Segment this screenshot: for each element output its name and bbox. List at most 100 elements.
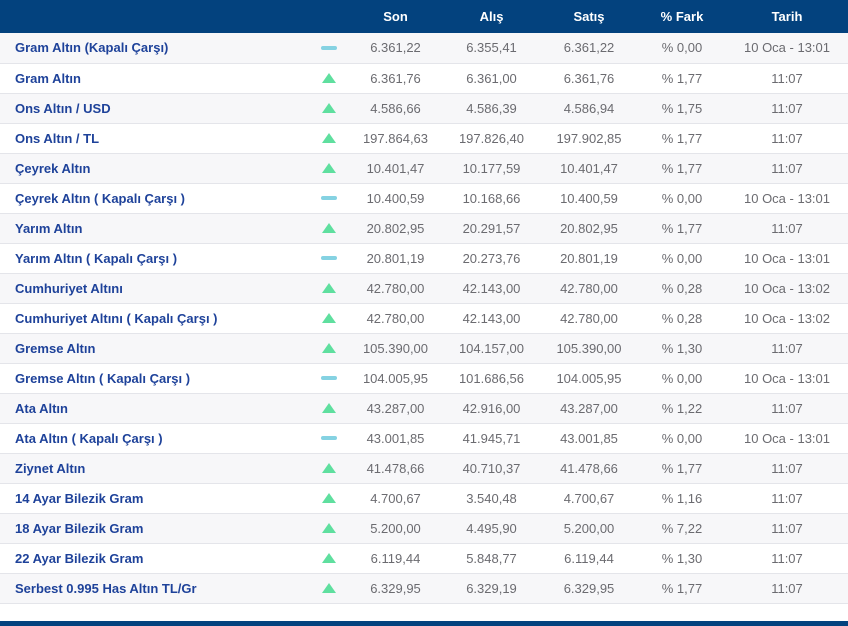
trend-up-icon — [322, 582, 336, 593]
trend-up-icon — [322, 132, 336, 143]
alis-value: 20.273,76 — [462, 250, 521, 266]
table-row[interactable]: Ons Altın / TL 197.864,63 197.826,40 197.90… — [0, 123, 848, 153]
change-percent-value: % 1,16 — [661, 490, 703, 506]
table-row[interactable]: Ons Altın / USD 4.586,66 4.586,39 4.586,94%… — [0, 93, 848, 123]
satis-value: 43.287,00 — [560, 400, 618, 416]
trend-cell — [310, 63, 348, 93]
instrument-name-link[interactable]: Gremse Altın — [0, 333, 310, 363]
time-value: 10 Oca - 13:02 — [744, 280, 830, 296]
instrument-name-link[interactable]: Ons Altın / USD — [0, 93, 310, 123]
table-row[interactable]: Gremse Altın 105.390,00 104.157,00 105.390,… — [0, 333, 848, 363]
trend-cell — [310, 453, 348, 483]
satis-value: 10.401,47 — [560, 160, 618, 176]
son-value: 5.200,00 — [370, 520, 421, 536]
instrument-name-link[interactable]: Yarım Altın — [0, 213, 310, 243]
instrument-name-link[interactable]: Ziynet Altın — [0, 453, 310, 483]
instrument-name-link[interactable]: 14 Ayar Bilezik Gram — [0, 483, 310, 513]
satis-value: 6.329,95 — [563, 580, 615, 596]
column-header-trend — [310, 0, 348, 33]
instrument-name-link[interactable]: Gram Altın — [0, 63, 310, 93]
table-row[interactable]: Çeyrek Altın ( Kapalı Çarşı ) 10.400,59 10… — [0, 183, 848, 213]
table-row[interactable]: Ziynet Altın 41.478,66 40.710,37 41.478,66%… — [0, 453, 848, 483]
instrument-name-link[interactable]: Gram Altın (Kapalı Çarşı) — [0, 33, 310, 63]
alis-value: 40.710,37 — [462, 460, 521, 476]
alis-value: 101.686,56 — [458, 370, 525, 386]
son-value: 105.390,00 — [362, 340, 429, 356]
table-row[interactable]: Cumhuriyet Altını ( Kapalı Çarşı ) 42.780… — [0, 303, 848, 333]
son-value: 42.780,00 — [366, 280, 425, 296]
instrument-name-link[interactable]: Ata Altın — [0, 393, 310, 423]
table-row[interactable]: Cumhuriyet Altını 42.780,00 42.143,00 42.78… — [0, 273, 848, 303]
satis-value: 42.780,00 — [560, 310, 618, 326]
change-percent-value: % 1,77 — [661, 130, 703, 146]
table-row[interactable]: Yarım Altın 20.802,95 20.291,57 20.802,95 % … — [0, 213, 848, 243]
son-value: 41.478,66 — [366, 460, 425, 476]
time-value: 10 Oca - 13:01 — [744, 250, 830, 266]
alis-value: 41.945,71 — [462, 430, 521, 446]
time-value: 10 Oca - 13:01 — [744, 190, 830, 206]
gold-prices-table-body: Gram Altın (Kapalı Çarşı) 6.361,22 6.355,4… — [0, 33, 848, 603]
table-row[interactable]: 14 Ayar Bilezik Gram 4.700,67 3.540,48 4.70… — [0, 483, 848, 513]
trend-cell — [310, 483, 348, 513]
change-percent-value: % 0,00 — [661, 370, 703, 386]
time-value: 10 Oca - 13:01 — [744, 430, 830, 446]
alis-value: 20.291,57 — [462, 220, 521, 236]
time-value: 10 Oca - 13:01 — [744, 40, 830, 56]
table-row[interactable]: Serbest 0.995 Has Altın TL/Gr 6.329,95 6.3… — [0, 573, 848, 603]
instrument-name-link[interactable]: Serbest 0.995 Has Altın TL/Gr — [0, 573, 310, 603]
trend-cell — [310, 213, 348, 243]
alis-value: 10.177,59 — [462, 160, 521, 176]
son-value: 6.361,22 — [370, 40, 421, 56]
trend-up-icon — [322, 312, 336, 323]
trend-cell — [310, 93, 348, 123]
table-row[interactable]: Gram Altın 6.361,76 6.361,00 6.361,76 % 1,77… — [0, 63, 848, 93]
table-row[interactable]: 22 Ayar Bilezik Gram 6.119,44 5.848,77 6.11… — [0, 543, 848, 573]
time-value: 10 Oca - 13:01 — [744, 370, 830, 386]
table-row[interactable]: Çeyrek Altın 10.401,47 10.177,59 10.401,47%… — [0, 153, 848, 183]
table-row[interactable]: 18 Ayar Bilezik Gram 5.200,00 4.495,90 5.20… — [0, 513, 848, 543]
instrument-name-link[interactable]: Ons Altın / TL — [0, 123, 310, 153]
instrument-name-link[interactable]: 22 Ayar Bilezik Gram — [0, 543, 310, 573]
satis-value: 10.400,59 — [560, 190, 618, 206]
change-percent-value: % 0,00 — [661, 430, 703, 446]
trend-up-icon — [322, 342, 336, 353]
alis-value: 6.361,00 — [466, 70, 517, 86]
trend-flat-icon — [321, 195, 337, 200]
instrument-name-link[interactable]: 18 Ayar Bilezik Gram — [0, 513, 310, 543]
trend-up-icon — [322, 552, 336, 563]
table-row[interactable]: Yarım Altın ( Kapalı Çarşı ) 20.801,19 20.… — [0, 243, 848, 273]
instrument-name-link[interactable]: Cumhuriyet Altını ( Kapalı Çarşı ) — [0, 303, 310, 333]
son-value: 6.361,76 — [370, 70, 421, 86]
son-value: 6.329,95 — [370, 580, 421, 596]
instrument-name-link[interactable]: Cumhuriyet Altını — [0, 273, 310, 303]
instrument-name-link[interactable]: Çeyrek Altın — [0, 153, 310, 183]
son-value: 197.864,63 — [362, 130, 429, 146]
instrument-name-link[interactable]: Yarım Altın ( Kapalı Çarşı ) — [0, 243, 310, 273]
alis-value: 4.586,39 — [466, 100, 517, 116]
satis-value: 41.478,66 — [560, 460, 618, 476]
change-percent-value: % 1,77 — [661, 460, 703, 476]
change-percent-value: % 1,22 — [661, 400, 703, 416]
trend-cell — [310, 153, 348, 183]
instrument-name-link[interactable]: Çeyrek Altın ( Kapalı Çarşı ) — [0, 183, 310, 213]
son-value: 10.401,47 — [366, 160, 425, 176]
son-value: 10.400,59 — [366, 190, 425, 206]
son-value: 42.780,00 — [366, 310, 425, 326]
alis-value: 10.168,66 — [462, 190, 521, 206]
table-row[interactable]: Gram Altın (Kapalı Çarşı) 6.361,22 6.355,4… — [0, 33, 848, 63]
change-percent-value: % 1,77 — [661, 580, 703, 596]
change-percent-value: % 0,00 — [661, 190, 703, 206]
change-percent-value: % 0,28 — [661, 310, 703, 326]
trend-up-icon — [322, 72, 336, 83]
satis-value: 20.802,95 — [560, 220, 618, 236]
table-row[interactable]: Ata Altın ( Kapalı Çarşı ) 43.001,85 41.94… — [0, 423, 848, 453]
instrument-name-link[interactable]: Gremse Altın ( Kapalı Çarşı ) — [0, 363, 310, 393]
trend-flat-icon — [321, 45, 337, 50]
table-row[interactable]: Gremse Altın ( Kapalı Çarşı ) 104.005,95 1… — [0, 363, 848, 393]
instrument-name-link[interactable]: Ata Altın ( Kapalı Çarşı ) — [0, 423, 310, 453]
trend-up-icon — [322, 462, 336, 473]
table-row[interactable]: Ata Altın 43.287,00 42.916,00 43.287,00 % 1,… — [0, 393, 848, 423]
trend-cell — [310, 423, 348, 453]
time-value: 11:07 — [771, 130, 803, 146]
satis-value: 4.700,67 — [563, 490, 615, 506]
